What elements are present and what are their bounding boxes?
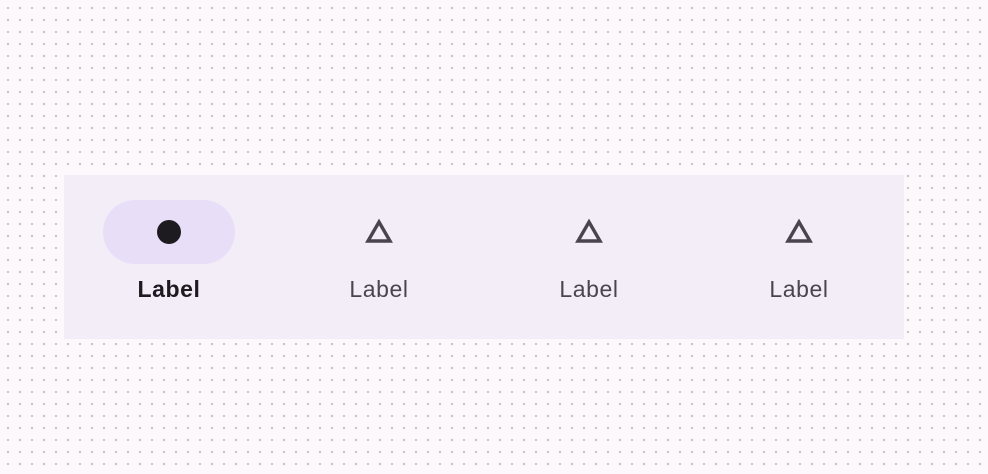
active-indicator bbox=[103, 200, 235, 264]
triangle-outline-icon bbox=[575, 218, 603, 243]
nav-item-4[interactable]: Label bbox=[694, 175, 904, 339]
nav-item-label: Label bbox=[559, 276, 619, 302]
indicator-area bbox=[523, 200, 655, 264]
triangle-outline-icon bbox=[785, 218, 813, 243]
triangle-outline-icon bbox=[365, 218, 393, 243]
nav-item-2[interactable]: Label bbox=[274, 175, 484, 339]
nav-item-1[interactable]: Label bbox=[64, 175, 274, 339]
nav-item-label: Label bbox=[137, 276, 201, 302]
filled-circle-icon bbox=[157, 220, 181, 244]
indicator-area bbox=[733, 200, 865, 264]
nav-item-label: Label bbox=[769, 276, 829, 302]
nav-item-3[interactable]: Label bbox=[484, 175, 694, 339]
navigation-bar: Label Label Label Label bbox=[64, 175, 904, 339]
nav-item-label: Label bbox=[349, 276, 409, 302]
indicator-area bbox=[313, 200, 445, 264]
